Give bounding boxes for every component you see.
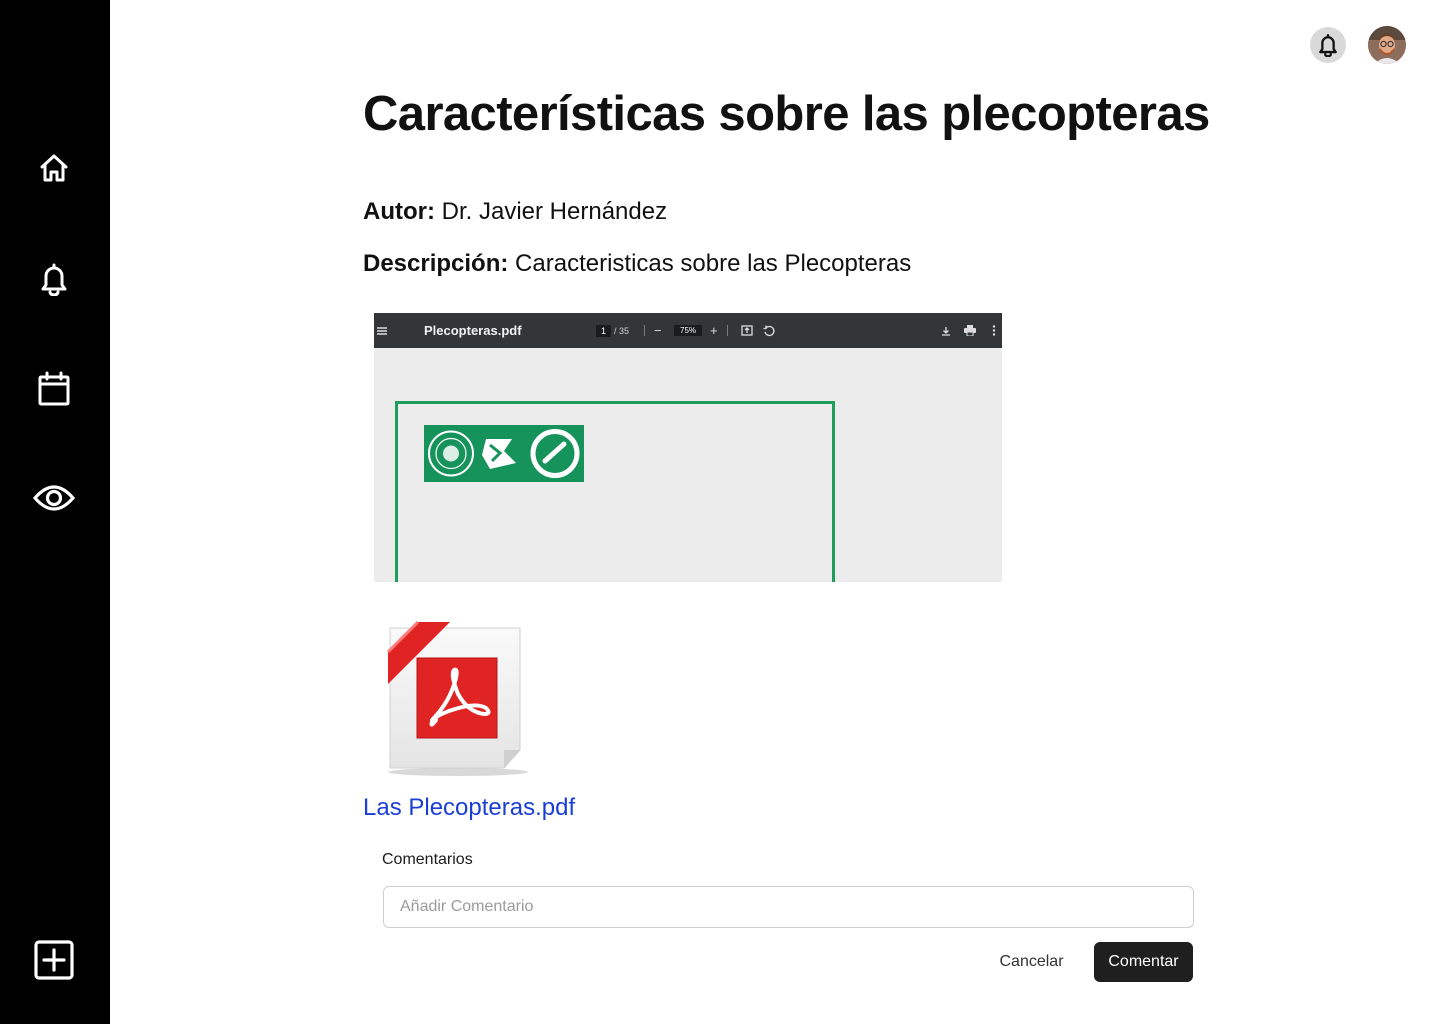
description-value: Caracteristicas sobre las Plecopteras (515, 250, 912, 277)
comments-label: Comentarios (382, 851, 473, 868)
pdf-zoom-value: 75% (674, 325, 703, 336)
eye-icon (33, 485, 75, 511)
cancel-button[interactable]: Cancelar (984, 942, 1079, 982)
pdf-current-page[interactable]: 1 (596, 324, 612, 337)
notifications-button[interactable] (1310, 27, 1346, 63)
attachment-link[interactable]: Las Plecopteras.pdf (363, 794, 575, 822)
avatar[interactable] (1368, 26, 1406, 64)
menu-icon[interactable] (376, 313, 388, 348)
pdf-file-icon[interactable] (380, 620, 540, 780)
pdf-zoom-level[interactable]: 75% (674, 313, 703, 348)
sidebar-item-views[interactable] (27, 471, 81, 525)
sidebar (0, 0, 110, 1024)
description-label: Descripción: (363, 250, 509, 277)
author-line: Autor: Dr. Javier Hernández (363, 198, 667, 226)
description-line: Descripción: Caracteristicas sobre las P… (363, 250, 911, 278)
pdf-filename: Plecopteras.pdf (424, 323, 522, 338)
comment-submit-button[interactable]: Comentar (1094, 942, 1193, 982)
download-icon[interactable] (941, 313, 951, 348)
toolbar-divider (727, 325, 728, 336)
user-avatar-image (1368, 26, 1406, 64)
pdf-total-pages: / 35 (614, 325, 630, 336)
add-button[interactable] (27, 933, 81, 987)
rotate-icon[interactable] (763, 313, 775, 348)
zoom-in-button[interactable]: + (710, 313, 718, 348)
more-options-icon[interactable] (992, 313, 996, 348)
sidebar-item-notifications[interactable] (27, 252, 81, 306)
zoom-out-button[interactable]: − (654, 313, 662, 348)
toolbar-divider (644, 325, 645, 336)
page-title: Características sobre las plecopteras (363, 87, 1210, 141)
comment-input[interactable] (383, 886, 1194, 928)
bell-icon (1319, 33, 1337, 57)
author-label: Autor: (363, 198, 435, 225)
sidebar-item-calendar[interactable] (27, 362, 81, 416)
bell-icon (41, 263, 67, 296)
home-icon (40, 154, 68, 182)
institution-logo (424, 425, 584, 482)
pdf-preview[interactable]: Plecopteras.pdf 1 / 35 − 75% + (374, 313, 1002, 582)
pdf-toolbar: Plecopteras.pdf 1 / 35 − 75% + (374, 313, 1002, 348)
print-icon[interactable] (964, 313, 976, 348)
sidebar-item-home[interactable] (27, 141, 81, 195)
plus-square-icon (34, 940, 74, 980)
author-value: Dr. Javier Hernández (441, 198, 668, 225)
fit-page-icon[interactable] (741, 313, 753, 348)
pdf-page-indicator: 1 / 35 (596, 313, 629, 348)
calendar-icon (38, 371, 70, 406)
